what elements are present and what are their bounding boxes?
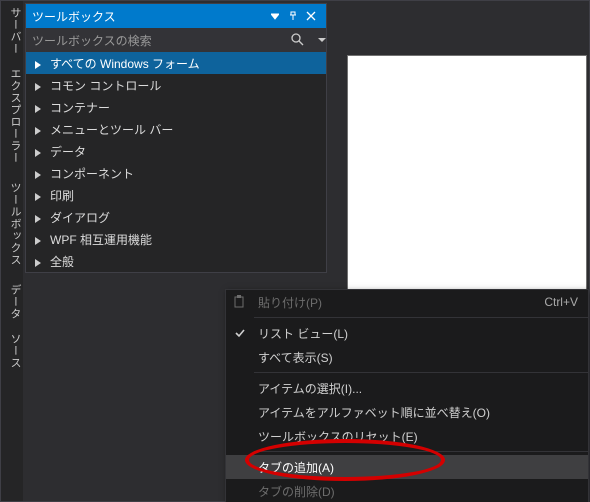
toolbox-panel: ツールボックス ツールボックスの検索 すべての Windows フォームコモン … bbox=[25, 3, 327, 273]
menu-paste-label: 貼り付け(P) bbox=[254, 294, 544, 311]
dropdown-icon[interactable] bbox=[266, 7, 284, 25]
tree-item-label: メニューとツール バー bbox=[50, 121, 173, 138]
vtab-data-sources[interactable]: データ ソース bbox=[1, 278, 23, 375]
menu-separator bbox=[254, 451, 588, 452]
tree-item-label: コモン コントロール bbox=[50, 77, 161, 94]
tree-item-label: ダイアログ bbox=[50, 209, 110, 226]
vtab-server-explorer[interactable]: サーバー エクスプローラー bbox=[1, 1, 23, 170]
caret-icon bbox=[34, 146, 44, 156]
search-placeholder: ツールボックスの検索 bbox=[32, 32, 290, 49]
tree-item-1[interactable]: コモン コントロール bbox=[26, 74, 326, 96]
menu-paste: 貼り付け(P) Ctrl+V bbox=[226, 290, 588, 314]
menu-delete-tab-label: タブの削除(D) bbox=[254, 483, 588, 500]
menu-separator bbox=[254, 317, 588, 318]
search-dropdown-icon[interactable] bbox=[304, 32, 320, 48]
menu-reset[interactable]: ツールボックスのリセット(E) bbox=[226, 424, 588, 448]
vertical-tab-strip: サーバー エクスプローラー ツールボックス データ ソース bbox=[1, 1, 23, 501]
menu-show-all[interactable]: すべて表示(S) bbox=[226, 345, 588, 369]
toolbox-tree: すべての Windows フォームコモン コントロールコンテナーメニューとツール… bbox=[26, 52, 326, 272]
tree-item-9[interactable]: 全般 bbox=[26, 250, 326, 272]
menu-choose-items-label: アイテムの選択(I)... bbox=[254, 380, 588, 397]
tree-item-label: 全般 bbox=[50, 253, 74, 270]
caret-icon bbox=[34, 234, 44, 244]
tree-item-label: コンポーネント bbox=[50, 165, 134, 182]
caret-icon bbox=[34, 102, 44, 112]
tree-item-6[interactable]: 印刷 bbox=[26, 184, 326, 206]
check-icon bbox=[226, 321, 254, 345]
paste-icon bbox=[226, 290, 254, 314]
tree-item-5[interactable]: コンポーネント bbox=[26, 162, 326, 184]
tree-item-label: データ bbox=[50, 143, 86, 160]
pin-icon[interactable] bbox=[284, 7, 302, 25]
tree-item-label: 印刷 bbox=[50, 187, 74, 204]
menu-sort-alpha-label: アイテムをアルファベット順に並べ替え(O) bbox=[254, 404, 588, 421]
vtab-toolbox[interactable]: ツールボックス bbox=[1, 176, 23, 272]
menu-delete-tab: タブの削除(D) bbox=[226, 479, 588, 502]
caret-icon bbox=[34, 212, 44, 222]
tree-item-0[interactable]: すべての Windows フォーム bbox=[26, 52, 326, 74]
menu-show-all-label: すべて表示(S) bbox=[254, 349, 588, 366]
caret-icon bbox=[34, 256, 44, 266]
caret-icon bbox=[34, 58, 44, 68]
toolbox-search[interactable]: ツールボックスの検索 bbox=[26, 28, 326, 52]
toolbox-title: ツールボックス bbox=[32, 8, 266, 25]
toolbox-titlebar[interactable]: ツールボックス bbox=[26, 4, 326, 28]
menu-sort-alpha[interactable]: アイテムをアルファベット順に並べ替え(O) bbox=[226, 400, 588, 424]
menu-list-view[interactable]: リスト ビュー(L) bbox=[226, 321, 588, 345]
app-frame: サーバー エクスプローラー ツールボックス データ ソース ツールボックス ツー… bbox=[0, 0, 590, 502]
menu-choose-items[interactable]: アイテムの選択(I)... bbox=[226, 376, 588, 400]
menu-add-tab[interactable]: タブの追加(A) bbox=[226, 455, 588, 479]
tree-item-label: すべての Windows フォーム bbox=[50, 55, 200, 72]
menu-add-tab-label: タブの追加(A) bbox=[254, 459, 588, 476]
tree-item-label: WPF 相互運用機能 bbox=[50, 231, 152, 248]
caret-icon bbox=[34, 190, 44, 200]
context-menu: 貼り付け(P) Ctrl+V リスト ビュー(L) すべて表示(S) アイテムの… bbox=[225, 289, 589, 502]
caret-icon bbox=[34, 80, 44, 90]
close-icon[interactable] bbox=[302, 7, 320, 25]
menu-separator bbox=[254, 372, 588, 373]
tree-item-label: コンテナー bbox=[50, 99, 110, 116]
menu-reset-label: ツールボックスのリセット(E) bbox=[254, 428, 588, 445]
menu-list-view-label: リスト ビュー(L) bbox=[254, 325, 588, 342]
caret-icon bbox=[34, 168, 44, 178]
tree-item-4[interactable]: データ bbox=[26, 140, 326, 162]
menu-paste-shortcut: Ctrl+V bbox=[544, 295, 588, 309]
tree-item-2[interactable]: コンテナー bbox=[26, 96, 326, 118]
caret-icon bbox=[34, 124, 44, 134]
tree-item-8[interactable]: WPF 相互運用機能 bbox=[26, 228, 326, 250]
search-icon[interactable] bbox=[290, 32, 304, 49]
tree-item-3[interactable]: メニューとツール バー bbox=[26, 118, 326, 140]
tree-item-7[interactable]: ダイアログ bbox=[26, 206, 326, 228]
